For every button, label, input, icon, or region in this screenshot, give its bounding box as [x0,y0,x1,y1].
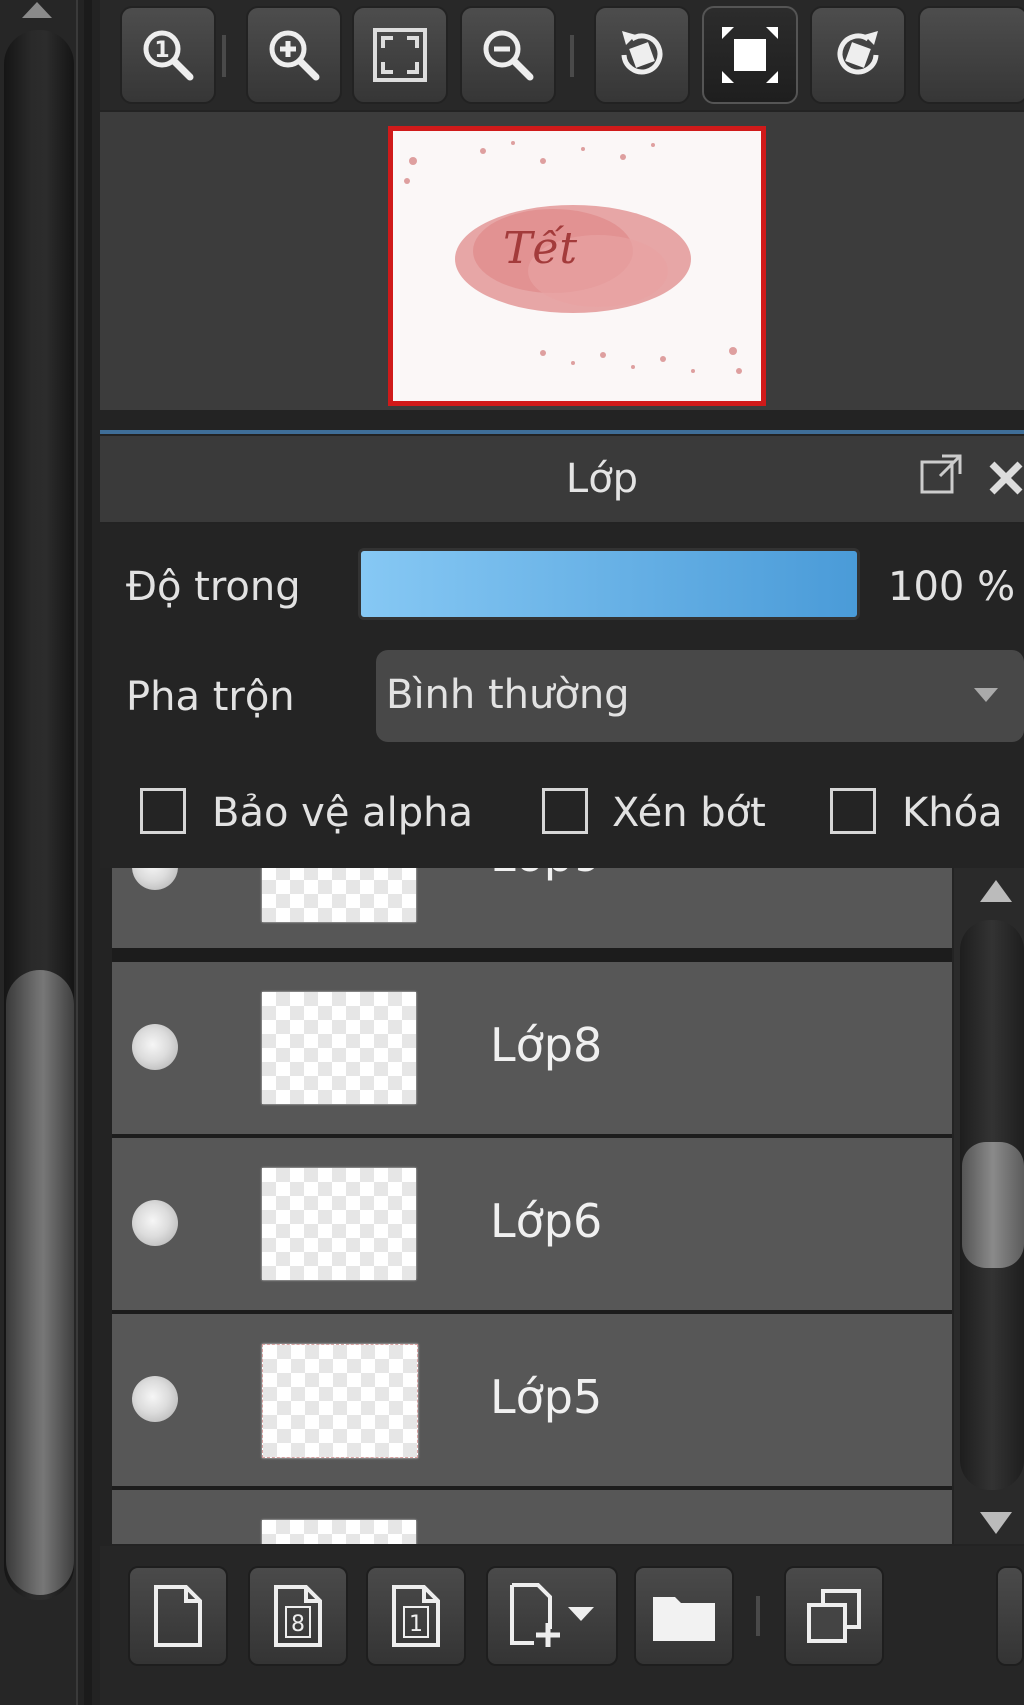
panel-divider [84,0,92,1705]
left-scrollbar-thumb[interactable] [6,970,74,1595]
fullscreen-icon [722,27,778,83]
new-8bit-layer-button[interactable]: 8 [248,1566,348,1666]
scrollbar-thumb[interactable] [962,1142,1024,1268]
rotate-left-button[interactable] [594,6,690,104]
close-icon[interactable] [984,456,1024,496]
clipping-checkbox[interactable] [542,788,588,834]
toolbar-overflow-button[interactable] [918,6,1024,104]
layer-row[interactable]: Lớp9 [112,868,952,948]
layer-thumbnail [262,1520,416,1544]
duplicate-layer-icon [807,1589,861,1643]
preview-title-text: Tết [503,223,578,274]
alpha-protect-checkbox[interactable] [140,788,186,834]
panel-title: Lớp [565,456,639,502]
visibility-toggle-icon[interactable] [132,1200,178,1246]
rotate-right-icon [837,31,879,75]
layer-row[interactable]: Lớp6 [112,1138,952,1310]
rotate-right-button[interactable] [810,6,906,104]
folder-icon [653,1597,715,1641]
fullscreen-button[interactable] [702,6,798,104]
actual-size-button[interactable]: 1 [120,6,216,104]
new-1bit-layer-icon: 1 [392,1585,440,1647]
scroll-up-arrow-icon[interactable] [20,0,54,20]
layer-panel-header: Lớp [100,436,1024,522]
alpha-protect-label: Bảo vệ alpha [212,790,474,836]
layer-name: Lớp9 [490,868,602,882]
clipping-label: Xén bớt [612,790,766,836]
duplicate-layer-button[interactable] [784,1566,884,1666]
fit-to-screen-icon [373,28,427,82]
lock-checkbox[interactable] [830,788,876,834]
layer-thumbnail [262,1344,418,1458]
visibility-toggle-icon[interactable] [132,1376,178,1422]
layer-thumbnail [262,1168,416,1280]
add-layer-menu-button[interactable] [486,1566,618,1666]
toolbar-separator [222,35,226,77]
popout-icon[interactable] [918,452,964,498]
visibility-toggle-icon[interactable] [132,1024,178,1070]
opacity-value: 100 % [888,564,1016,610]
new-layer-icon [154,1585,202,1647]
chevron-down-icon [974,688,998,702]
svg-text:1: 1 [154,38,169,63]
fit-to-screen-button[interactable] [352,6,448,104]
lock-label: Khóa [902,790,1003,836]
opacity-label: Độ trong [126,564,301,610]
navigator-toolbar: 1 [100,0,1024,110]
new-layer-button[interactable] [128,1566,228,1666]
new-8bit-layer-icon: 8 [274,1585,322,1647]
actual-size-zoom-icon: 1 [143,30,194,81]
layer-name: Lớp6 [490,1194,603,1248]
layer-name: Lớp8 [490,1018,603,1072]
rotate-left-icon [621,31,663,75]
svg-text:1: 1 [409,1612,423,1637]
blend-mode-select[interactable]: Bình thường [376,650,1024,742]
layer-thumbnail [262,992,416,1104]
layer-name: Lớp5 [490,1370,603,1424]
svg-text:8: 8 [291,1612,305,1637]
blend-mode-label: Pha trộn [126,674,295,720]
toolbar-separator [756,1596,760,1636]
layer-row[interactable]: Lớp8 [112,962,952,1134]
new-1bit-layer-button[interactable]: 1 [366,1566,466,1666]
toolbar-overflow-button[interactable] [996,1566,1024,1666]
zoom-in-button[interactable] [246,6,342,104]
zoom-out-button[interactable] [460,6,556,104]
blend-mode-value: Bình thường [386,672,630,718]
toolbar-separator [570,35,574,77]
new-folder-button[interactable] [634,1566,734,1666]
visibility-toggle-icon[interactable] [132,868,178,890]
zoom-in-icon [269,30,320,81]
layer-row[interactable] [112,1490,952,1544]
layer-thumbnail [262,868,416,922]
canvas-preview[interactable]: Tết [388,126,766,406]
layer-row[interactable]: Lớp5 [112,1314,952,1486]
scroll-up-icon[interactable] [978,876,1014,906]
scroll-down-icon[interactable] [978,1508,1014,1538]
add-layer-menu-icon [510,1583,594,1647]
layer-list: Lớp9 Lớp8 Lớp6 Lớp5 [112,868,952,1544]
zoom-out-icon [483,30,534,81]
opacity-slider[interactable] [358,548,860,620]
panel-accent-line [100,430,1024,434]
